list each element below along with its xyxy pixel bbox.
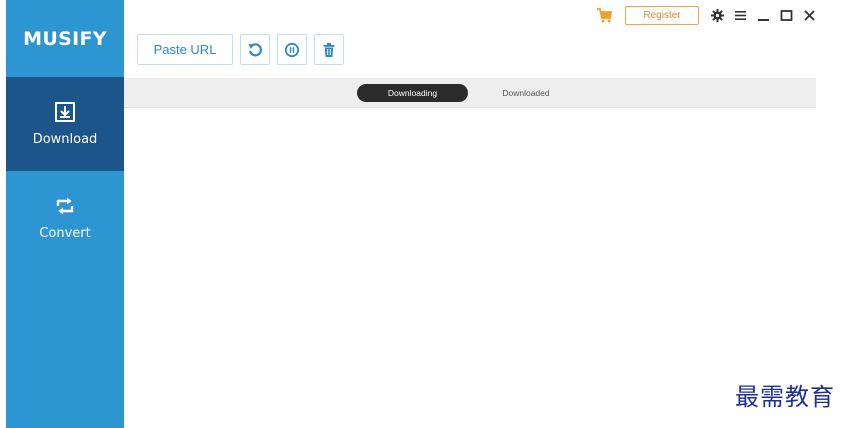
refresh-button[interactable] <box>240 34 270 65</box>
sidebar-item-convert[interactable]: Convert <box>6 171 124 265</box>
cart-icon[interactable] <box>596 7 612 23</box>
sidebar: MUSIFY Download Convert <box>6 0 124 428</box>
delete-button[interactable] <box>314 34 344 65</box>
refresh-icon <box>248 42 262 56</box>
register-button[interactable]: Register <box>625 5 699 25</box>
minimize-icon[interactable] <box>757 9 770 22</box>
pause-icon <box>284 42 300 57</box>
sidebar-item-label: Convert <box>39 226 91 241</box>
download-icon <box>55 102 75 122</box>
app-logo: MUSIFY <box>23 27 107 50</box>
download-list <box>124 108 816 428</box>
download-tabs: Downloading Downloaded <box>124 78 816 108</box>
gear-icon[interactable] <box>711 8 724 22</box>
menu-icon[interactable] <box>734 9 747 22</box>
title-bar-controls: Register <box>596 5 826 25</box>
maximize-icon[interactable] <box>780 9 793 22</box>
watermark-text: 最需教育 <box>735 383 835 411</box>
tab-downloading[interactable]: Downloading <box>357 84 468 102</box>
toolbar: Paste URL <box>137 34 351 65</box>
delete-icon <box>323 42 335 57</box>
paste-url-button[interactable]: Paste URL <box>137 34 233 65</box>
convert-icon <box>56 197 74 215</box>
sidebar-item-label: Download <box>32 132 98 147</box>
tab-downloaded[interactable]: Downloaded <box>478 84 574 102</box>
pause-button[interactable] <box>277 34 307 65</box>
sidebar-item-download[interactable]: Download <box>6 77 124 171</box>
close-icon[interactable] <box>803 9 816 22</box>
